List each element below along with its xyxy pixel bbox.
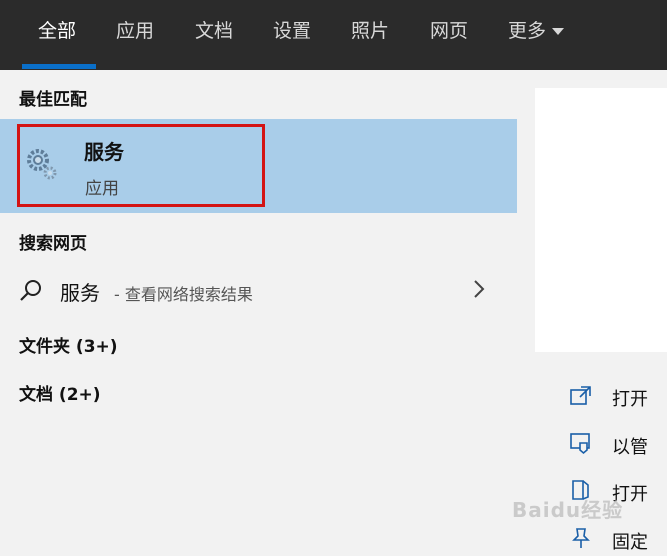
search-scope-tabs: 全部 应用 文档 设置 照片 网页 更多 — [0, 0, 667, 70]
tab-all[interactable]: 全部 — [38, 16, 76, 46]
search-icon — [20, 280, 41, 301]
tab-more-label: 更多 — [508, 20, 547, 42]
action-open[interactable]: 打开 — [612, 385, 648, 411]
documents-heading[interactable]: 文档 (2+) — [19, 380, 101, 405]
best-match-heading: 最佳匹配 — [19, 90, 87, 110]
active-tab-indicator — [22, 64, 96, 69]
tab-web[interactable]: 网页 — [430, 16, 468, 46]
web-search-term: 服务 — [60, 281, 100, 305]
results-panel: 最佳匹配 服务 应用 搜索网页 服务 - 查看网络搜索结果 文件夹 (3+) 文… — [0, 70, 517, 556]
tab-settings[interactable]: 设置 — [273, 16, 311, 46]
folders-heading[interactable]: 文件夹 (3+) — [19, 332, 118, 357]
tab-apps[interactable]: 应用 — [116, 16, 154, 46]
tab-documents[interactable]: 文档 — [195, 16, 233, 46]
highlight-annotation — [17, 124, 265, 207]
open-icon — [570, 386, 591, 405]
search-web-heading: 搜索网页 — [19, 234, 87, 254]
action-run-as-admin[interactable]: 以管 — [612, 433, 648, 459]
action-pin[interactable]: 固定 — [612, 528, 648, 554]
chevron-right-icon[interactable] — [472, 278, 486, 300]
watermark-logo: Baidu经验 — [512, 498, 624, 522]
pin-icon — [572, 528, 590, 548]
tab-photos[interactable]: 照片 — [351, 16, 389, 46]
chevron-down-icon — [552, 28, 565, 35]
run-as-admin-icon — [570, 433, 590, 455]
tab-more[interactable]: 更多 — [508, 16, 565, 46]
web-search-result[interactable]: 服务 - 查看网络搜索结果 — [0, 268, 517, 312]
web-search-hint: - 查看网络搜索结果 — [114, 285, 253, 304]
preview-card — [535, 88, 667, 352]
